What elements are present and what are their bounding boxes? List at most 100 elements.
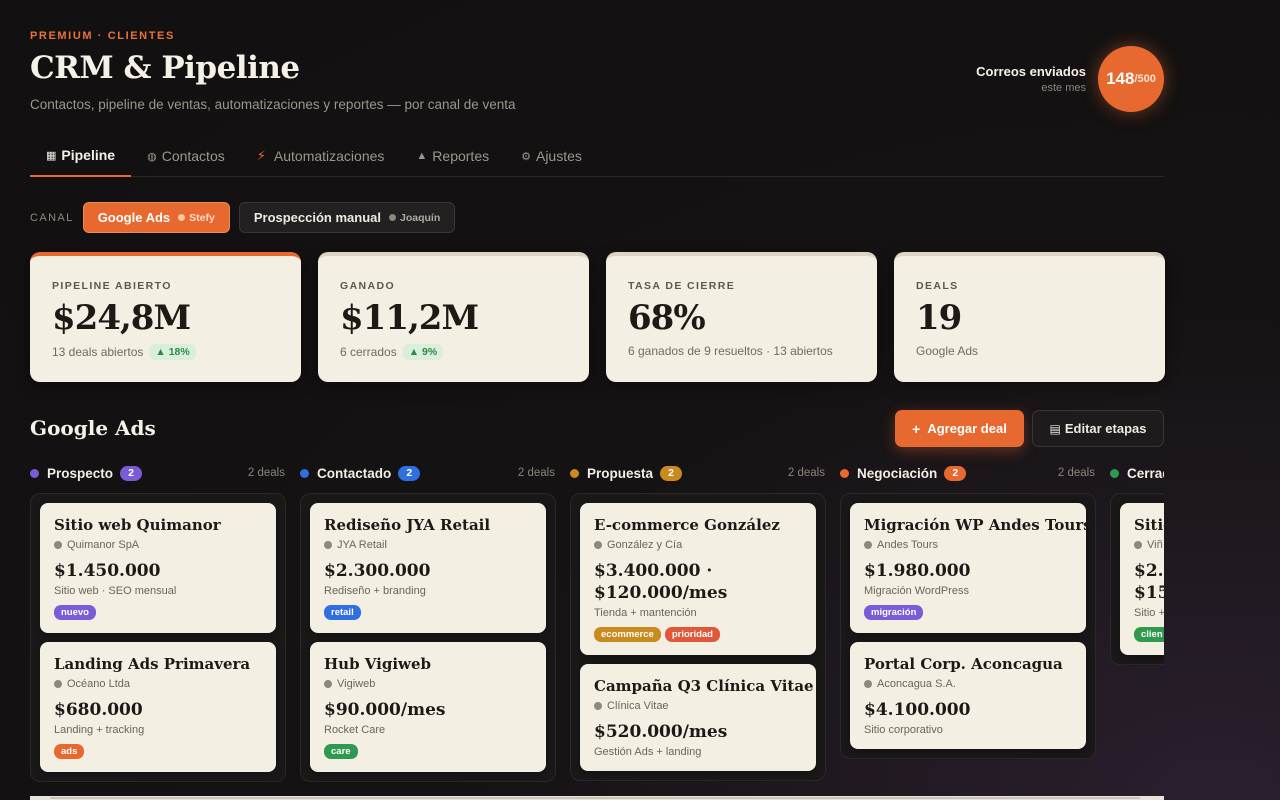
stats-row: PIPELINE ABIERTO $24,8M 13 deals abierto… xyxy=(30,252,1165,382)
mail-limit: /500 xyxy=(1134,73,1156,85)
deal-description: Gestión Ads + landing xyxy=(594,746,702,758)
tab-automatizaciones[interactable]: ⚡ Automatizaciones xyxy=(241,135,401,177)
deal-description: Sitio web · SEO mensual xyxy=(54,585,177,597)
stat-value: $24,8M xyxy=(52,298,191,338)
stage-cards: E-commerce González González y Cía $3.400.… xyxy=(570,493,826,781)
deal-description: Rocket Care xyxy=(324,724,386,736)
stage-cards: Rediseño JYA Retail JYA Retail $2.300.000 R… xyxy=(300,493,556,782)
deal-card[interactable]: Campaña Q3 Clínica Vitae Clínica Vitae $52… xyxy=(580,664,816,771)
stat-value: $11,2M xyxy=(340,298,479,338)
deal-value: $2.9 xyxy=(1134,561,1164,581)
stage-dot-icon xyxy=(1110,468,1119,478)
deal-company: Andes Tours xyxy=(864,539,1072,551)
owner-dot-icon xyxy=(178,214,186,221)
tab-label: Pipeline xyxy=(61,147,116,163)
stat-card-pipeline-abierto: PIPELINE ABIERTO $24,8M 13 deals abierto… xyxy=(30,252,301,382)
tab-label: Ajustes xyxy=(535,148,582,164)
stat-label: GANADO xyxy=(340,280,396,292)
tab-reportes[interactable]: ▲ Reportes xyxy=(400,135,505,177)
deal-company: JYA Retail xyxy=(324,539,532,551)
deal-tag: ads xyxy=(54,744,85,759)
deal-card[interactable]: E-commerce González González y Cía $3.400.… xyxy=(580,503,816,655)
company-dot-icon xyxy=(594,702,602,710)
tab-ajustes[interactable]: ⚙ Ajustes xyxy=(505,135,598,177)
stage-header: Propuesta 2 2 deals xyxy=(570,462,826,484)
deal-tags: ecommerce prioridad xyxy=(594,627,802,642)
company-dot-icon xyxy=(1134,541,1142,549)
deal-value: $90.000/mes xyxy=(324,700,446,720)
scrollbar-thumb[interactable] xyxy=(50,797,1140,799)
channel-chip-google-ads[interactable]: Google Ads Stefy xyxy=(82,202,230,233)
company-dot-icon xyxy=(324,680,332,688)
stage-name: Prospecto xyxy=(47,465,114,481)
tab-contactos[interactable]: ◍ Contactos xyxy=(131,135,241,177)
add-deal-button[interactable]: + Agregar deal xyxy=(895,410,1024,447)
deal-card[interactable]: Portal Corp. Aconcagua Aconcagua S.A. $4.1… xyxy=(850,642,1086,749)
channel-chip-prospeccion-manual[interactable]: Prospección manual Joaquín xyxy=(238,202,456,233)
lightning-icon: ⚡ xyxy=(256,148,266,163)
stage-count-badge: 2 xyxy=(660,465,683,481)
deal-card[interactable]: Migración WP Andes Tours Andes Tours $1.98… xyxy=(850,503,1092,633)
stage-dot-icon xyxy=(30,468,39,478)
deal-tag: nuevo xyxy=(54,605,96,620)
add-deal-label: Agregar deal xyxy=(927,421,1007,436)
deal-value: $520.000/mes xyxy=(594,722,728,742)
deal-company: Quimanor SpA xyxy=(54,539,262,551)
deal-card[interactable]: Hub Vigiweb Vigiweb $90.000/mes Rocket Care… xyxy=(310,642,546,772)
company-name: Aconcagua S.A. xyxy=(877,678,956,690)
deal-tags: retail xyxy=(324,605,532,620)
deal-value: $3.400.000 · $120.000/mes xyxy=(594,561,728,603)
deal-tag: retail xyxy=(324,605,361,620)
stage-count-badge: 2 xyxy=(944,465,967,481)
stage-name: Negociación xyxy=(857,465,938,481)
plus-icon: + xyxy=(912,420,921,437)
edit-stages-button[interactable]: ▤ Editar etapas xyxy=(1032,410,1164,447)
stage-column-prospecto: Prospecto 2 2 deals Sitio web Quimanor Quima… xyxy=(30,462,286,782)
deal-card[interactable]: Landing Ads Primavera Océano Ltda $680.000… xyxy=(40,642,276,772)
owner-dot-icon xyxy=(389,214,396,221)
company-name: Clínica Vitae xyxy=(607,700,669,712)
deal-company: Vigiweb xyxy=(324,678,532,690)
stat-value: 19 xyxy=(916,298,962,338)
gear-icon: ⚙ xyxy=(521,150,531,163)
stage-name: Propuesta xyxy=(587,465,654,481)
channel-label: CANAL xyxy=(30,211,74,224)
stage-column-contactado: Contactado 2 2 deals Rediseño JYA Retail JYA… xyxy=(300,462,556,782)
deal-tag: ecommerce xyxy=(594,627,661,642)
channel-owner: Joaquín xyxy=(389,212,440,224)
deal-tags: care xyxy=(324,744,532,759)
deal-company: Aconcagua S.A. xyxy=(864,678,1072,690)
deal-value: $680.000 xyxy=(54,700,143,720)
deal-title: Campaña Q3 Clínica Vitae xyxy=(594,677,814,695)
company-name: Viñ xyxy=(1147,539,1163,551)
deal-value: $2.300.000 xyxy=(324,561,431,581)
deal-description: Sitio + xyxy=(1134,607,1164,619)
deal-title: Landing Ads Primavera xyxy=(54,655,251,673)
stage-deals-count: 2 deals xyxy=(787,467,825,479)
deal-tag: migración xyxy=(864,605,924,620)
crm-page: PREMIUM · CLIENTES CRM & Pipeline Contac… xyxy=(30,0,1165,800)
stage-name: Cerrado xyxy=(1127,465,1164,481)
deal-tag: prioridad xyxy=(664,627,720,642)
stat-sub: 6 ganados de 9 resueltos · 13 abiertos xyxy=(628,344,833,358)
deal-card[interactable]: Rediseño JYA Retail JYA Retail $2.300.000 R… xyxy=(310,503,546,633)
mail-quota-label: Correos enviados xyxy=(976,64,1086,79)
board-scrollbar[interactable] xyxy=(30,796,1164,800)
deal-card[interactable]: Sitio Viñ $2.9$15 Sitio + clien xyxy=(1120,503,1164,655)
channel-name: Google Ads xyxy=(97,210,171,225)
deal-card[interactable]: Sitio web Quimanor Quimanor SpA $1.450.000… xyxy=(40,503,276,633)
deal-company: Viñ xyxy=(1134,539,1164,551)
tab-pipeline[interactable]: ▦ Pipeline xyxy=(30,135,132,177)
company-name: Océano Ltda xyxy=(67,678,130,690)
company-dot-icon xyxy=(54,680,62,688)
deal-company: Océano Ltda xyxy=(54,678,262,690)
stat-label: PIPELINE ABIERTO xyxy=(52,280,172,292)
deal-description: Rediseño + branding xyxy=(324,585,426,597)
columns-icon: ▤ xyxy=(1049,421,1061,436)
edit-stages-label: Editar etapas xyxy=(1064,421,1147,436)
stage-column-propuesta: Propuesta 2 2 deals E-commerce González Gonz… xyxy=(570,462,826,781)
company-dot-icon xyxy=(864,680,872,688)
stage-header: Negociación 2 2 deals xyxy=(840,462,1096,484)
channel-name: Prospección manual xyxy=(253,210,381,225)
mail-sent-count: 148 xyxy=(1106,69,1135,88)
